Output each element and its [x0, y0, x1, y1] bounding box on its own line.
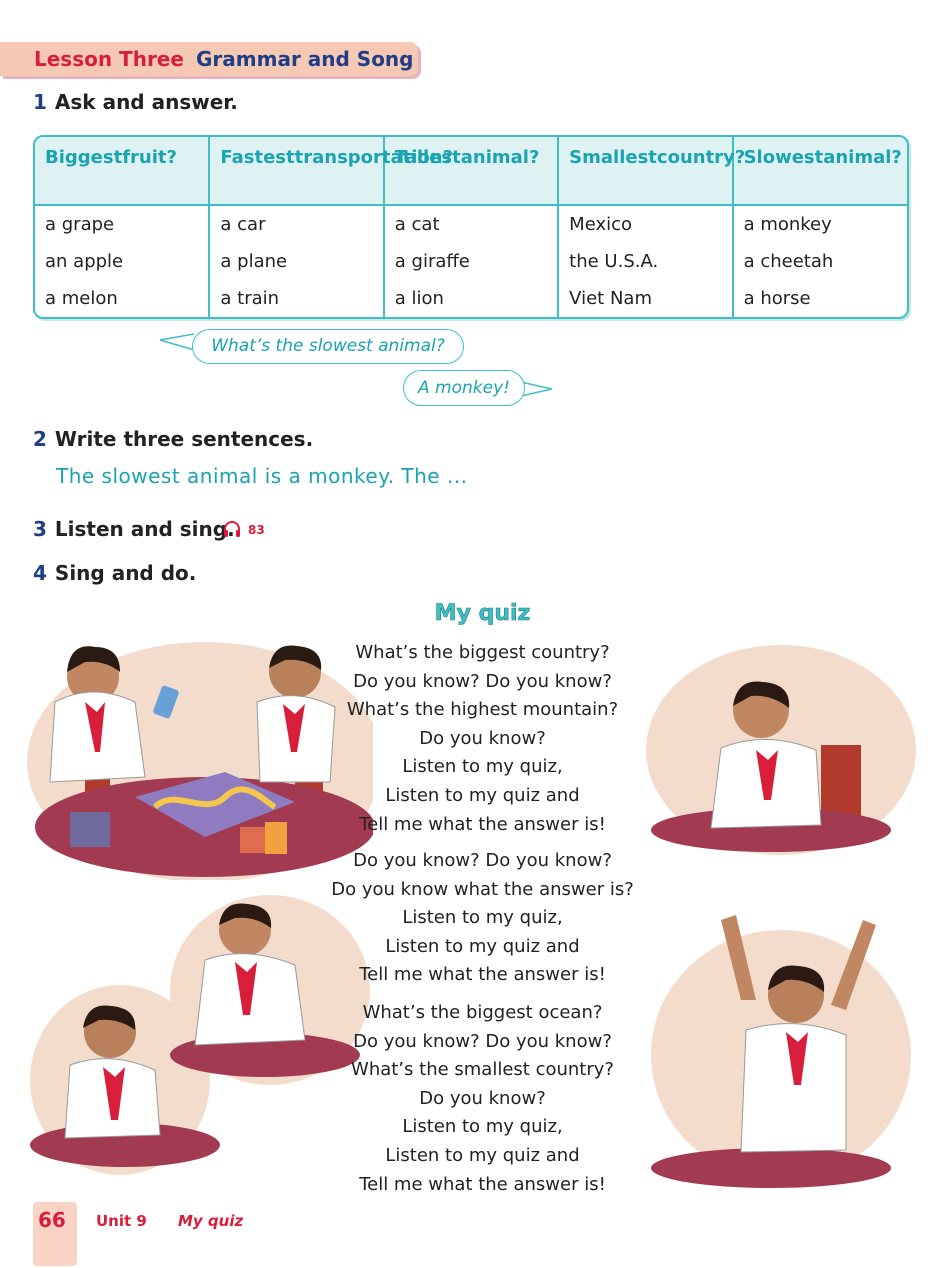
- page-number: 66: [38, 1208, 66, 1232]
- lyric-line: Tell me what the answer is!: [359, 1173, 606, 1195]
- lyric-line: Tell me what the answer is!: [359, 964, 606, 986]
- activity-number: 1: [33, 90, 47, 114]
- lyric-line: Listen to my quiz,: [402, 756, 563, 778]
- activity-number: 4: [33, 561, 47, 585]
- board-game-illustration: [25, 602, 373, 880]
- song-chorus: Do you know? Do you know? Do you know wh…: [330, 847, 635, 990]
- activity-3-heading: 3 Listen and sing.: [33, 517, 235, 541]
- quiz-table: Biggestfruit? Fastesttransportation? Tal…: [33, 135, 909, 319]
- song-title: My quiz: [434, 601, 531, 627]
- thinking-boys-illustration: [25, 880, 373, 1182]
- table-header: Smallestcountry?: [558, 137, 745, 206]
- unit-title: My quiz: [178, 1212, 244, 1230]
- table-header: Biggestfruit?: [35, 137, 211, 206]
- lyric-line: Listen to my quiz and: [385, 784, 580, 806]
- song-verse-2: What’s the biggest ocean? Do you know? D…: [330, 999, 635, 1199]
- activity-text: Write three sentences.: [54, 427, 314, 451]
- activity-text: Listen and sing.: [54, 517, 235, 541]
- lyric-line: Do you know? Do you know?: [353, 670, 612, 692]
- activity-1-heading: 1 Ask and answer.: [33, 90, 238, 114]
- table-cell: a monkey a cheetah a horse: [743, 214, 834, 309]
- question-bubble: What’s the slowest animal?: [192, 329, 464, 364]
- lyric-line: What’s the biggest ocean?: [362, 1002, 603, 1023]
- lyric-line: Listen to my quiz and: [385, 1144, 580, 1166]
- activity-2-heading: 2 Write three sentences.: [33, 427, 313, 451]
- lyric-line: Do you know what the answer is?: [331, 878, 634, 900]
- table-row: a grape an apple a melon a car a plane a tra…: [35, 205, 907, 317]
- boy-thinking-illustration: [641, 630, 920, 860]
- track-number: 83: [248, 523, 265, 537]
- lesson-label: Lesson Three: [34, 47, 184, 71]
- table-header: Fastesttransportation?: [209, 137, 453, 206]
- lyric-line: Do you know?: [419, 727, 546, 749]
- activity-text: Sing and do.: [54, 561, 197, 585]
- lyric-line: What’s the biggest country?: [355, 642, 610, 663]
- activity-number: 2: [33, 427, 47, 451]
- sample-sentence: The slowest animal is a monkey. The ...: [56, 464, 468, 488]
- table-cell: a grape an apple a melon: [35, 205, 211, 317]
- table-cell: Mexico the U.S.A. Viet Nam: [558, 205, 734, 317]
- table-header: Tallestanimal?: [383, 137, 560, 206]
- activity-4-heading: 4 Sing and do.: [33, 561, 196, 585]
- activity-number: 3: [33, 517, 47, 541]
- lyric-line: What’s the smallest country?: [351, 1059, 614, 1081]
- song-verse-1: What’s the biggest country? Do you know?…: [330, 639, 635, 839]
- table-header: Slowestanimal?: [732, 137, 907, 206]
- activity-text: Ask and answer.: [54, 90, 238, 114]
- lyric-line: Listen to my quiz,: [402, 1116, 563, 1138]
- lesson-header: Lesson Three Grammar and Song: [0, 42, 418, 76]
- lesson-title: Grammar and Song: [196, 47, 414, 71]
- lyric-line: Tell me what the answer is!: [359, 813, 606, 835]
- answer-bubble: A monkey!: [403, 370, 525, 406]
- lyric-line: Do you know? Do you know?: [353, 1030, 612, 1052]
- boy-cheering-illustration: [641, 880, 920, 1192]
- table-cell: a car a plane a train: [209, 205, 385, 317]
- lyric-line: Listen to my quiz,: [402, 907, 563, 929]
- lyric-line: Listen to my quiz and: [385, 935, 580, 957]
- table-cell: a cat a giraffe a lion: [383, 205, 560, 317]
- lyric-line: What’s the highest mountain?: [346, 699, 619, 721]
- lyric-line: Do you know? Do you know?: [353, 850, 612, 871]
- lyric-line: Do you know?: [419, 1087, 546, 1109]
- table-header-row: Biggestfruit? Fastesttransportation? Tal…: [35, 137, 907, 206]
- unit-label: Unit 9: [96, 1212, 147, 1230]
- headphones-icon[interactable]: [222, 519, 242, 539]
